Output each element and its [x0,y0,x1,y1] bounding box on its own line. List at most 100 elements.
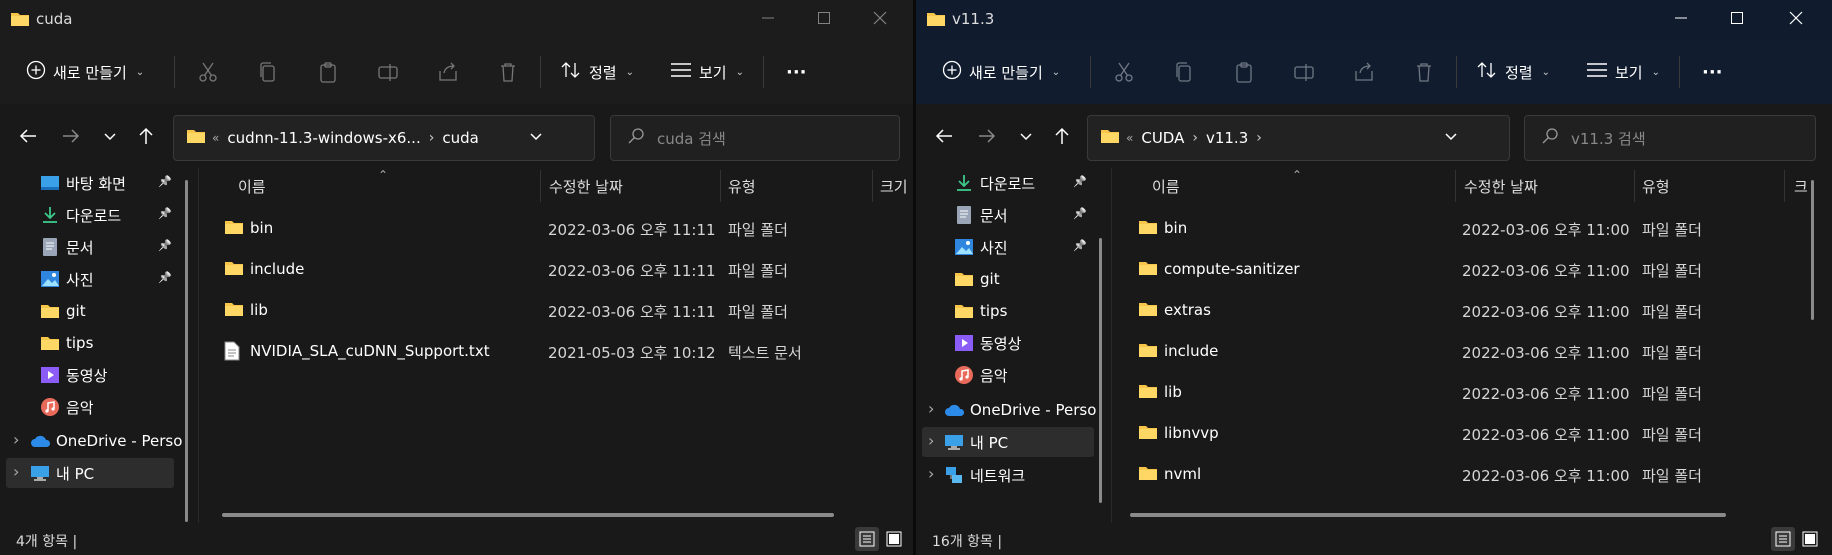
recent-locations-button[interactable] [1014,124,1038,148]
share-icon[interactable] [1352,60,1376,84]
more-options-button[interactable]: ··· [786,52,807,92]
address-dropdown-icon[interactable] [528,128,544,148]
column-type[interactable]: 유형 [728,176,756,197]
column-date[interactable]: 수정한 날짜 [549,176,623,197]
delete-icon[interactable] [496,60,520,84]
nav-item[interactable]: tips [954,296,1007,326]
column-size[interactable]: 크 [1794,176,1808,197]
address-dropdown-icon[interactable] [1443,128,1459,148]
copy-icon[interactable] [1172,60,1196,84]
cut-icon[interactable] [1112,60,1136,84]
rename-icon[interactable] [1292,60,1316,84]
file-name: libnvvp [1164,424,1219,442]
table-row[interactable]: lib 2022-03-06 오후 11:11 파일 폴더 [200,292,913,327]
table-row[interactable]: NVIDIA_SLA_cuDNN_Support.txt 2021-05-03 오… [200,333,913,368]
maximize-button[interactable] [795,0,853,36]
nav-pane-scrollbar[interactable] [185,180,188,522]
paste-icon[interactable] [316,60,340,84]
nav-item[interactable]: 동영상 [40,360,107,390]
file-list-scrollbar[interactable] [1811,180,1814,320]
table-row[interactable]: lib 2022-03-06 오후 11:00 파일 폴더 [1114,374,1832,409]
nav-item[interactable]: git [954,264,1000,294]
back-button[interactable] [16,124,40,148]
close-button[interactable] [1767,0,1825,36]
back-button[interactable] [932,124,956,148]
nav-pane-scrollbar[interactable] [1099,238,1102,503]
nav-item[interactable]: 문서 [40,232,94,262]
maximize-button[interactable] [1708,0,1766,36]
column-name[interactable]: 이름 [1152,176,1180,197]
breadcrumb-item[interactable]: CUDA [1141,129,1184,147]
nav-item[interactable]: OneDrive - Perso [30,426,182,456]
sort-button[interactable]: 정렬 ⌄ [560,52,634,92]
view-button[interactable]: 보기 ⌄ [1586,52,1660,92]
nav-item[interactable]: tips [40,328,93,358]
address-bar[interactable]: « cudnn-11.3-windows-x6... › cuda [173,115,627,161]
breadcrumb-item[interactable]: cuda [442,129,478,147]
up-button[interactable] [134,124,158,148]
details-view-button[interactable] [1771,527,1795,551]
column-date[interactable]: 수정한 날짜 [1464,176,1538,197]
copy-icon[interactable] [256,60,280,84]
cut-icon[interactable] [196,60,220,84]
nav-item[interactable]: OneDrive - Perso [944,395,1096,425]
table-row[interactable]: nvml 2022-03-06 오후 11:00 파일 폴더 [1114,456,1832,491]
nav-item[interactable]: 네트워크 [944,460,1025,490]
nav-item[interactable]: 음악 [954,360,1008,390]
share-icon[interactable] [436,60,460,84]
column-type[interactable]: 유형 [1642,176,1670,197]
address-bar[interactable]: « CUDA › v11.3 › [1087,115,1542,161]
nav-item[interactable]: git [40,296,86,326]
title-bar[interactable]: cuda [0,0,913,40]
table-row[interactable]: libnvvp 2022-03-06 오후 11:00 파일 폴더 [1114,415,1832,450]
expand-chevron-icon[interactable]: › [928,464,934,483]
minimize-button[interactable] [739,0,797,36]
table-row[interactable]: include 2022-03-06 오후 11:11 파일 폴더 [200,251,913,286]
horizontal-scrollbar[interactable] [1130,513,1726,517]
table-row[interactable]: bin 2022-03-06 오후 11:11 파일 폴더 [200,210,913,245]
nav-item[interactable]: 내 PC [6,458,174,488]
table-row[interactable]: compute-sanitizer 2022-03-06 오후 11:00 파일 폴… [1114,251,1832,286]
search-box[interactable]: cuda 검색 [610,115,900,161]
expand-chevron-icon[interactable]: › [13,430,19,449]
nav-item[interactable]: 동영상 [954,328,1021,358]
delete-icon[interactable] [1412,60,1436,84]
forward-button[interactable] [59,124,83,148]
new-button[interactable]: 새로 만들기 ⌄ [942,52,1060,92]
expand-chevron-icon[interactable]: › [928,399,934,418]
nav-item[interactable]: 바탕 화면 [40,168,126,198]
expand-chevron-icon[interactable]: › [928,431,934,450]
rename-icon[interactable] [376,60,400,84]
forward-button[interactable] [975,124,999,148]
more-options-button[interactable]: ··· [1702,52,1723,92]
sort-button[interactable]: 정렬 ⌄ [1476,52,1550,92]
breadcrumb-item[interactable]: v11.3 [1206,129,1248,147]
minimize-button[interactable] [1652,0,1710,36]
nav-item[interactable]: 사진 [954,232,1008,262]
paste-icon[interactable] [1232,60,1256,84]
recent-locations-button[interactable] [98,124,122,148]
new-button[interactable]: 새로 만들기 ⌄ [26,52,144,92]
nav-item[interactable]: 다운로드 [954,168,1035,198]
title-bar[interactable]: v11.3 [916,0,1832,40]
close-button[interactable] [851,0,909,36]
breadcrumb-item[interactable]: cudnn-11.3-windows-x6... [227,129,420,147]
view-button[interactable]: 보기 ⌄ [670,52,744,92]
table-row[interactable]: extras 2022-03-06 오후 11:00 파일 폴더 [1114,292,1832,327]
up-button[interactable] [1050,124,1074,148]
details-view-button[interactable] [855,527,879,551]
nav-item[interactable]: 문서 [954,200,1008,230]
nav-item[interactable]: 다운로드 [40,200,121,230]
expand-chevron-icon[interactable]: › [13,462,19,481]
column-size[interactable]: 크기 [880,176,908,197]
tiles-view-button[interactable] [1798,527,1822,551]
table-row[interactable]: include 2022-03-06 오후 11:00 파일 폴더 [1114,333,1832,368]
column-name[interactable]: 이름 [238,176,266,197]
search-box[interactable]: v11.3 검색 [1524,115,1816,161]
nav-item[interactable]: 내 PC [922,427,1094,457]
tiles-view-button[interactable] [882,527,906,551]
horizontal-scrollbar[interactable] [222,513,834,517]
nav-item[interactable]: 음악 [40,392,94,422]
nav-item[interactable]: 사진 [40,264,94,294]
table-row[interactable]: bin 2022-03-06 오후 11:00 파일 폴더 [1114,210,1832,245]
